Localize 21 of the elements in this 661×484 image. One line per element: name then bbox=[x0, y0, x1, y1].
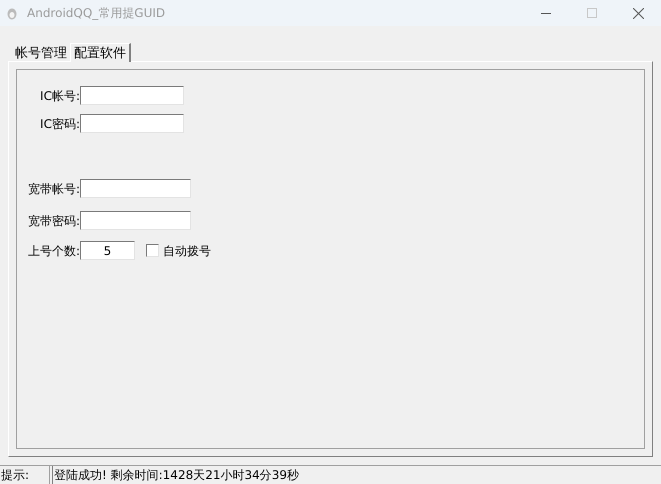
input-field[interactable] bbox=[80, 211, 191, 230]
input-field[interactable]: 5 bbox=[80, 241, 135, 260]
field-label: 宽带密码: bbox=[26, 212, 80, 230]
maximize-icon bbox=[587, 8, 597, 18]
field-label: 上号个数: bbox=[26, 242, 80, 260]
field-label: IC密码: bbox=[39, 116, 80, 132]
checkbox[interactable] bbox=[146, 244, 159, 257]
app-icon bbox=[6, 6, 18, 20]
tab[interactable]: 配置软件 bbox=[70, 43, 131, 62]
tab[interactable]: 帐号管理 bbox=[12, 45, 70, 61]
status-label: 提示: bbox=[0, 466, 50, 484]
window-title: AndroidQQ_常用提GUID bbox=[27, 5, 166, 22]
input-field[interactable] bbox=[80, 86, 184, 105]
close-icon bbox=[632, 8, 644, 18]
field-label: 宽带帐号: bbox=[26, 180, 80, 198]
field-label: IC帐号: bbox=[39, 88, 80, 104]
input-field[interactable] bbox=[80, 114, 184, 133]
checkbox-label: 自动拨号 bbox=[163, 242, 211, 260]
minimize-icon bbox=[541, 12, 551, 14]
status-message: 登陆成功! 剩余时间:1428天21小时34分39秒 bbox=[52, 466, 661, 484]
input-field[interactable] bbox=[80, 179, 191, 198]
